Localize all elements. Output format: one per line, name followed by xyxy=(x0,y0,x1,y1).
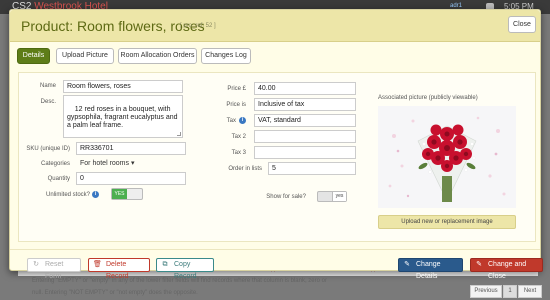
order-field[interactable]: 5 xyxy=(268,162,356,175)
pagination-page[interactable]: 1 xyxy=(503,285,517,298)
tax2-label: Tax 2 xyxy=(231,134,246,140)
categories-label: Categories xyxy=(40,161,70,167)
tax-label: Tax xyxy=(226,118,236,124)
categories-dropdown[interactable]: For hotel rooms ▾ xyxy=(80,159,134,167)
change-details-button[interactable]: ✎ Change Details xyxy=(398,258,463,280)
copy-record-button[interactable]: ⧉ Copy Record xyxy=(156,258,214,280)
info-icon[interactable]: i xyxy=(239,117,246,124)
edit-icon: ✎ xyxy=(476,261,482,268)
resize-handle[interactable] xyxy=(177,132,181,136)
delete-record-button[interactable]: 🗑 Delete Record xyxy=(88,258,150,280)
show-for-sale-label: Show for sale? xyxy=(266,194,306,200)
tab-upload-picture[interactable]: Upload Picture xyxy=(56,48,114,64)
name-label: Name xyxy=(39,83,56,89)
info-icon[interactable]: i xyxy=(92,191,99,198)
copy-record-label: Copy Record xyxy=(174,261,197,280)
desc-text: 12 red roses in a bouquet, with gypsophi… xyxy=(67,106,180,129)
desc-textarea[interactable]: 12 red roses in a bouquet, with gypsophi… xyxy=(63,95,183,138)
show-for-sale-toggle[interactable]: yes xyxy=(317,191,347,202)
name-field[interactable]: Room flowers, roses xyxy=(63,80,183,93)
product-image xyxy=(378,106,516,208)
close-button[interactable]: Close xyxy=(508,16,536,33)
upload-image-button[interactable]: Upload new or replacement image xyxy=(378,215,516,229)
footer-divider xyxy=(10,249,540,250)
change-details-label: Change Details xyxy=(416,261,441,280)
tab-details[interactable]: Details xyxy=(17,48,50,64)
tax-select[interactable]: VAT, standard xyxy=(254,114,356,127)
pagination-next[interactable]: Next xyxy=(518,285,542,298)
tax2-select[interactable] xyxy=(254,130,356,143)
tab-changes-log[interactable]: Changes Log xyxy=(201,48,251,64)
picture-caption: Associated picture (publicly viewable) xyxy=(378,95,478,101)
toggle-yes: yes xyxy=(332,192,346,201)
modal-title: Product: Room flowers, roses xyxy=(21,18,205,34)
sku-field[interactable]: RR336701 xyxy=(76,142,186,155)
tax3-label: Tax 3 xyxy=(231,150,246,156)
order-label: Order in lists xyxy=(228,166,262,172)
unlimited-stock-toggle[interactable]: YES xyxy=(111,188,143,200)
reset-form-label: Reset Form xyxy=(45,261,64,280)
sku-label: SKU (unique ID) xyxy=(26,146,70,152)
tax3-select[interactable] xyxy=(254,146,356,159)
change-and-close-button[interactable]: ✎ Change and Close xyxy=(470,258,543,280)
product-ref: [ pro_ref: 52 ] xyxy=(180,23,216,29)
unlimited-stock-label: Unlimited stock? xyxy=(45,192,90,198)
edit-icon: ✎ xyxy=(404,261,410,268)
copy-icon: ⧉ xyxy=(162,261,168,268)
pagination-previous[interactable]: Previous xyxy=(470,285,502,298)
delete-record-label: Delete Record xyxy=(106,261,129,280)
rose-bouquet-image xyxy=(378,106,516,208)
refresh-icon: ↻ xyxy=(33,261,39,268)
quantity-label: Quantity xyxy=(47,176,70,182)
toggle-yes: YES xyxy=(112,189,127,199)
trash-icon: 🗑 xyxy=(93,261,102,268)
product-modal: Product: Room flowers, roses [ pro_ref: … xyxy=(9,9,543,280)
price-field[interactable]: 40.00 xyxy=(254,82,356,95)
reset-form-button[interactable]: ↻ Reset Form xyxy=(27,258,81,280)
quantity-field[interactable]: 0 xyxy=(76,172,186,185)
tab-room-allocation-orders[interactable]: Room Allocation Orders xyxy=(118,48,197,64)
price-is-select[interactable]: Inclusive of tax xyxy=(254,98,356,111)
price-label: Price £ xyxy=(227,86,246,92)
filter-hint: null. Entering "NOT EMPTY" or "not empty… xyxy=(32,290,198,296)
price-is-label: Price is xyxy=(226,102,246,108)
desc-label: Desc. xyxy=(40,99,56,105)
modal-header: Product: Room flowers, roses [ pro_ref: … xyxy=(10,10,540,42)
